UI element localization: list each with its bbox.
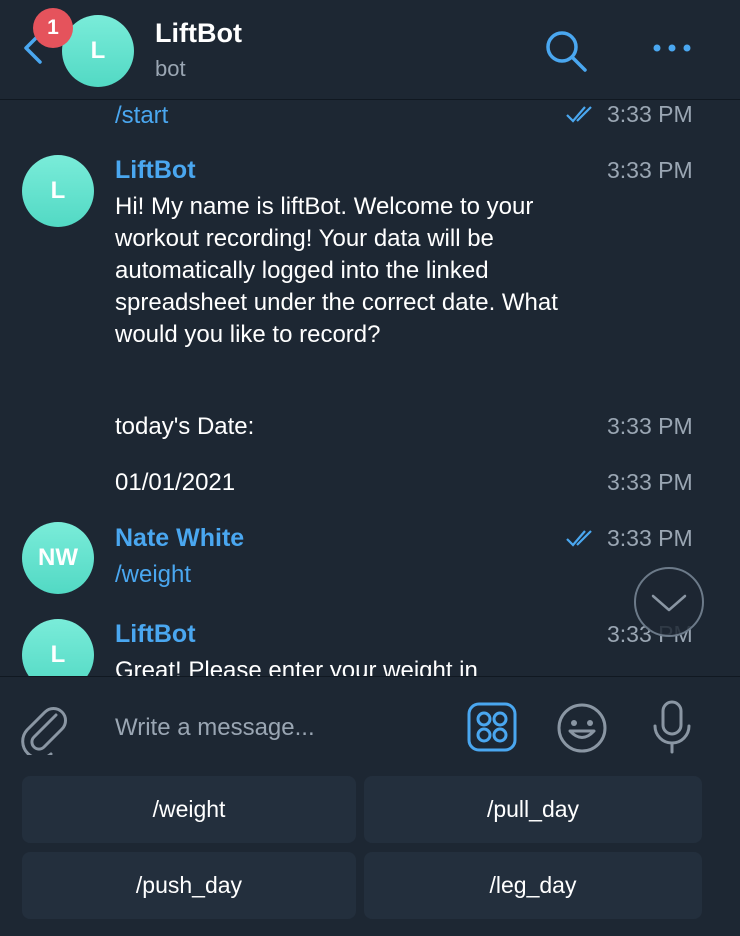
sender-avatar[interactable]: NW	[22, 522, 94, 594]
keyboard-button-weight[interactable]: /weight	[22, 776, 356, 843]
message-text: today's Date:	[115, 413, 255, 440]
keyboard-button-pull-day[interactable]: /pull_day	[364, 776, 702, 843]
sender-avatar[interactable]: L	[22, 155, 94, 227]
sender-name[interactable]: LiftBot	[115, 156, 196, 185]
attach-icon[interactable]	[18, 701, 68, 755]
chat-title[interactable]: LiftBot	[155, 18, 242, 49]
unread-badge: 1	[33, 8, 73, 48]
message-list[interactable]: /start 3:33 PM L LiftBot 3:33 PM Hi! My …	[0, 100, 740, 676]
message-text[interactable]: /start	[115, 100, 168, 132]
more-options-icon[interactable]	[650, 38, 694, 58]
read-check-icon	[566, 106, 592, 123]
message-text[interactable]: /weight	[115, 559, 191, 591]
microphone-icon[interactable]	[650, 699, 694, 755]
keyboard-button-leg-day[interactable]: /leg_day	[364, 852, 702, 919]
message-text: Hi! My name is liftBot. Welcome to your …	[115, 193, 558, 348]
message-time: 3:33 PM	[607, 157, 693, 183]
message-text: 01/01/2021	[115, 469, 236, 496]
chat-header: 1 L LiftBot bot	[0, 0, 740, 100]
keyboard-button-push-day[interactable]: /push_day	[22, 852, 356, 919]
sender-name[interactable]: Nate White	[115, 524, 244, 553]
message-text: Great! Please enter your weight in	[115, 657, 478, 676]
message-time: 3:33 PM	[607, 413, 693, 439]
bot-commands-icon[interactable]	[467, 702, 517, 752]
bot-keyboard: /weight /pull_day /push_day /leg_day	[0, 776, 740, 936]
sender-name[interactable]: LiftBot	[115, 620, 196, 649]
message-input[interactable]: Write a message...	[115, 714, 315, 742]
sender-avatar[interactable]: L	[22, 619, 94, 676]
message-time: 3:33 PM	[607, 101, 693, 127]
message-time: 3:33 PM	[607, 525, 693, 551]
read-check-icon	[566, 530, 592, 547]
search-icon[interactable]	[543, 28, 589, 74]
message-composer: Write a message...	[0, 676, 740, 777]
message-time: 3:33 PM	[607, 469, 693, 495]
emoji-icon[interactable]	[556, 702, 608, 754]
scroll-to-bottom-button[interactable]	[634, 567, 704, 637]
chevron-down-icon	[651, 594, 687, 612]
chat-subtitle: bot	[155, 56, 186, 81]
